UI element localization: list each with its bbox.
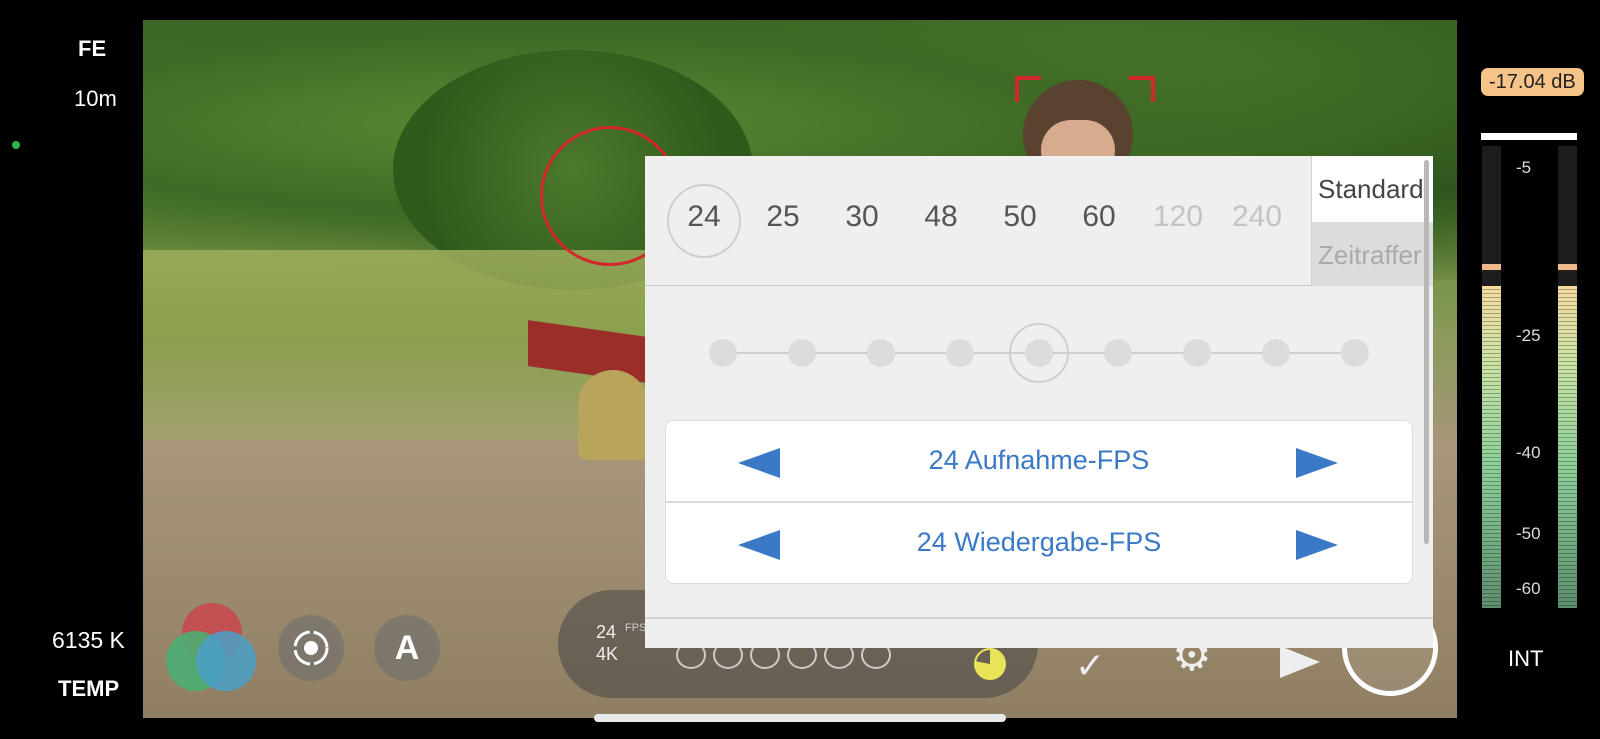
fps-slider-stop[interactable] xyxy=(1104,339,1132,367)
fps-option-25[interactable]: 25 xyxy=(746,200,820,234)
scene-bench-leg xyxy=(578,370,648,460)
auto-mode-button[interactable]: A xyxy=(374,615,440,681)
fps-option-24[interactable]: 24 xyxy=(667,200,741,234)
meter-clip-bar xyxy=(1481,133,1577,140)
status-dot xyxy=(12,141,20,149)
audio-panel xyxy=(1457,0,1600,739)
capture-fps-stepper: 24 Aufnahme-FPS xyxy=(665,420,1413,502)
meter-tick: -5 xyxy=(1516,158,1532,177)
fps-option-120: 120 xyxy=(1152,200,1204,233)
meter-tick: -50 xyxy=(1516,524,1541,543)
status-fps: 24 xyxy=(596,622,617,642)
mode-timelapse[interactable]: Zeitraffer xyxy=(1312,222,1433,286)
fps-option-48[interactable]: 48 xyxy=(904,200,978,234)
meter-tick: -60 xyxy=(1516,579,1541,598)
lens-mode-label[interactable]: FE xyxy=(78,36,106,62)
audio-meter-left xyxy=(1482,146,1501,608)
audio-meter-right xyxy=(1558,146,1577,608)
popup-divider xyxy=(645,617,1433,619)
playback-fps-increase-icon[interactable] xyxy=(1296,530,1338,560)
fps-slider-stop[interactable] xyxy=(709,339,737,367)
frame-rate-options: 24 25 30 48 50 60 120 240 xyxy=(645,156,1311,286)
meter-tick: -25 xyxy=(1516,326,1541,345)
fps-option-240: 240 xyxy=(1231,200,1283,233)
color-adjust-icon[interactable] xyxy=(166,603,258,695)
popup-scrollbar[interactable] xyxy=(1424,160,1429,544)
capture-fps-increase-icon[interactable] xyxy=(1296,448,1338,478)
playback-fps-stepper: 24 Wiedergabe-FPS xyxy=(665,502,1413,584)
fps-slider-stop[interactable] xyxy=(867,339,895,367)
stabilization-icon xyxy=(293,630,329,666)
fps-slider-stop[interactable] xyxy=(1262,339,1290,367)
fps-slider-stop[interactable] xyxy=(1183,339,1211,367)
white-balance-label[interactable]: TEMP xyxy=(58,676,119,702)
fps-slider-stop[interactable] xyxy=(1341,339,1369,367)
face-detection-box xyxy=(1015,76,1155,156)
fps-option-30[interactable]: 30 xyxy=(825,200,899,234)
status-fps-unit: FPS xyxy=(625,622,647,634)
focus-distance[interactable]: 10m xyxy=(74,86,117,112)
fps-slider-stop[interactable] xyxy=(946,339,974,367)
white-balance-value[interactable]: 6135 K xyxy=(52,627,125,654)
mode-standard[interactable]: Standard xyxy=(1312,156,1433,222)
checkmark-icon[interactable]: ✓ xyxy=(1075,645,1105,687)
mode-selector: Standard Zeitraffer xyxy=(1311,156,1433,286)
fps-option-60[interactable]: 60 xyxy=(1062,200,1136,234)
home-indicator[interactable] xyxy=(594,714,1006,722)
frame-rate-popup: 24 25 30 48 50 60 120 240 Standard Zeitr… xyxy=(645,156,1433,648)
fps-option-50[interactable]: 50 xyxy=(983,200,1057,234)
fps-slider-selected[interactable] xyxy=(1009,323,1069,383)
storage-pie-icon xyxy=(974,648,1006,680)
left-panel: FE 10m 6135 K TEMP xyxy=(0,0,143,739)
audio-level-badge: -17.04 dB xyxy=(1481,68,1584,96)
fps-slider-stop[interactable] xyxy=(788,339,816,367)
flag-icon[interactable] xyxy=(1280,646,1320,678)
meter-tick: -40 xyxy=(1516,443,1541,462)
status-resolution: 4K xyxy=(596,644,619,664)
audio-input-source[interactable]: INT xyxy=(1508,646,1543,672)
stabilization-button[interactable] xyxy=(278,615,344,681)
